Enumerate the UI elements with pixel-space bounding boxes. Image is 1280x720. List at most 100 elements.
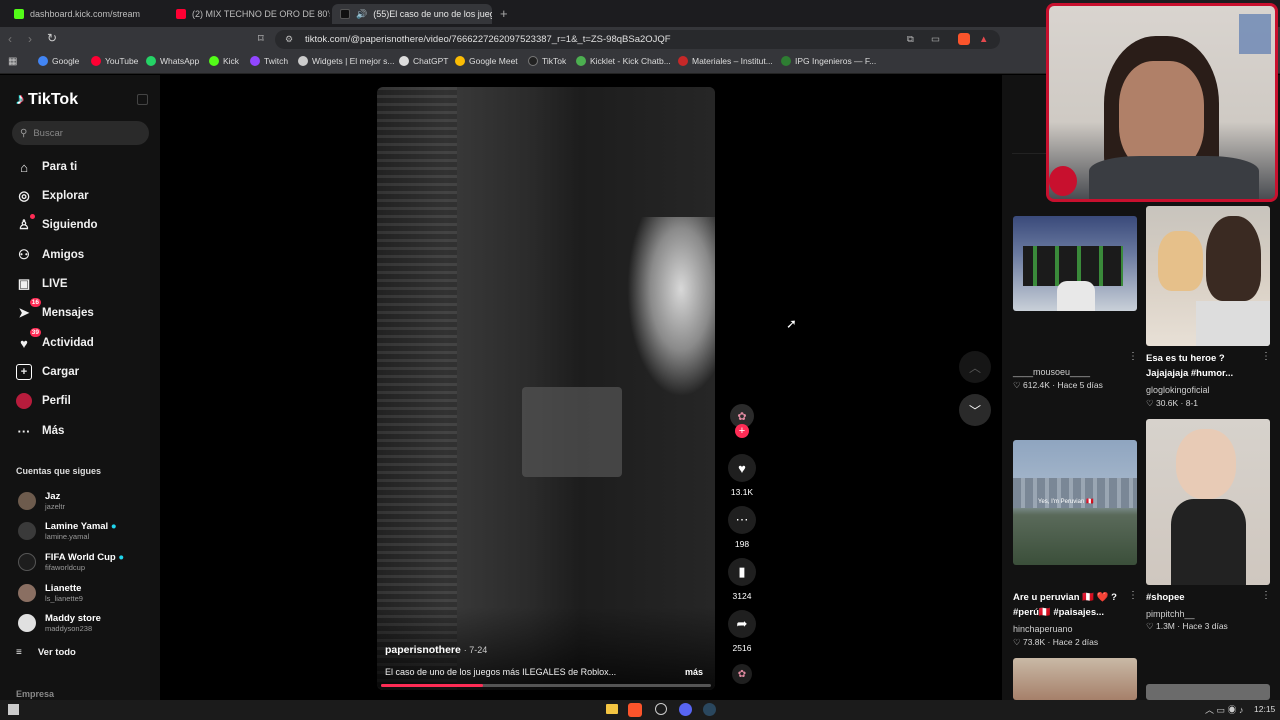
kick-favicon-icon xyxy=(14,9,24,19)
bookmark-chatgpt[interactable]: ChatGPT xyxy=(399,56,448,66)
profile-icon xyxy=(16,393,32,409)
discord-icon[interactable] xyxy=(679,703,692,716)
more-options-icon[interactable]: ⋮ xyxy=(1128,351,1138,362)
brave-rewards-icon[interactable]: ▲ xyxy=(979,30,988,49)
recommendation-author[interactable]: hinchaperuano xyxy=(1013,624,1073,634)
verified-icon: ● xyxy=(110,521,117,532)
bookmark-google-meet[interactable]: Google Meet xyxy=(455,56,518,66)
followed-account[interactable]: Lamine Yamal ● lamine.yamal xyxy=(18,521,117,541)
more-options-icon[interactable]: ⋮ xyxy=(1128,590,1138,601)
more-icon: ··· xyxy=(17,423,31,439)
recommendation-title[interactable]: Esa es tu heroe ? Jajajajaja #humor... xyxy=(1146,351,1261,381)
share-button[interactable]: ➦ 2516 xyxy=(728,610,756,653)
bookmark-materiales[interactable]: Materiales – Institut... xyxy=(678,56,773,66)
brave-shield-icon[interactable] xyxy=(958,33,970,45)
bookmark-youtube[interactable]: YouTube xyxy=(91,56,138,66)
system-tray-icons[interactable]: ︿ ▭ ◉ ♪ xyxy=(1205,703,1244,716)
bookmark-twitch[interactable]: Twitch xyxy=(250,56,288,66)
video-player[interactable]: paperisnothere · 7-24 El caso de uno de … xyxy=(377,87,715,690)
nav-para-ti[interactable]: ⌂ Para ti xyxy=(16,159,77,175)
nav-mas[interactable]: ··· Más xyxy=(16,423,65,439)
recommendation-thumbnail[interactable] xyxy=(1146,684,1270,700)
like-button[interactable]: ♥ 13.1K xyxy=(728,454,756,497)
followed-account[interactable]: Maddy store maddyson238 xyxy=(18,613,101,633)
more-options-icon[interactable]: ⋮ xyxy=(1261,351,1271,362)
comment-button[interactable]: ⋯ 198 xyxy=(728,506,756,549)
avatar xyxy=(18,522,36,540)
bookmark-whatsapp[interactable]: WhatsApp xyxy=(146,56,199,66)
new-tab-button[interactable]: + xyxy=(500,6,508,21)
more-options-icon[interactable]: ⋮ xyxy=(1261,590,1271,601)
nav-cargar[interactable]: + Cargar xyxy=(16,364,79,380)
reload-icon[interactable]: ↻ xyxy=(47,31,57,45)
brave-browser-icon[interactable] xyxy=(628,703,642,717)
obs-icon[interactable] xyxy=(655,703,667,715)
followed-account[interactable]: FIFA World Cup ● fifaworldcup xyxy=(18,552,124,572)
recommendation-author[interactable]: ____mousoeu____ xyxy=(1013,367,1090,377)
caption-more-link[interactable]: más xyxy=(685,667,703,677)
video-author[interactable]: paperisnothere · 7-24 xyxy=(385,644,487,656)
recommendation-thumbnail[interactable]: Yes, I'm Peruvian 🇵🇪 xyxy=(1013,440,1137,565)
person-figure xyxy=(1158,231,1203,291)
nav-live[interactable]: ▣ LIVE xyxy=(16,276,68,292)
tiktok-logo[interactable]: ♪ TikTok xyxy=(16,91,78,109)
browser-tab[interactable]: dashboard.kick.com/stream xyxy=(6,4,166,24)
search-input[interactable]: ⚲ Buscar xyxy=(12,121,149,145)
following-icon: ♙ xyxy=(16,214,35,233)
nav-explorar[interactable]: ◎ Explorar xyxy=(16,188,88,204)
bookmark-google[interactable]: Google xyxy=(38,56,79,66)
recommendation-stats: ♡ 30.6K · 8-1 xyxy=(1146,398,1199,408)
streamer-shirt xyxy=(1089,156,1259,199)
speaker-icon: 🔊 xyxy=(356,8,368,19)
video-progress-track[interactable] xyxy=(381,684,711,687)
bookmark-icon[interactable]: ⌑ xyxy=(258,32,264,45)
nav-actividad[interactable]: ♥ 39 Actividad xyxy=(16,328,94,351)
browser-tab-active[interactable]: 🔊 (55)El caso de uno de los jueg ✕ xyxy=(332,4,492,24)
forward-icon[interactable]: › xyxy=(28,32,32,46)
recommendation-title[interactable]: #shopee xyxy=(1146,590,1185,605)
creator-avatar[interactable]: ✿ + xyxy=(728,404,756,438)
footer-link[interactable]: Empresa xyxy=(16,689,54,699)
comment-icon: ⋯ xyxy=(728,506,756,534)
see-all-link[interactable]: ≡ Ver todo xyxy=(16,647,76,658)
address-bar[interactable]: ⚙ tiktok.com/@paperisnothere/video/76662… xyxy=(275,30,1000,49)
next-video-button[interactable]: ﹀ xyxy=(959,394,991,426)
translate-icon[interactable]: ⧉ xyxy=(907,30,914,49)
nav-siguiendo[interactable]: ♙ Siguiendo xyxy=(16,214,98,233)
recommendation-title[interactable]: Are u peruvian 🇵🇪 ❤️ ? #perú🇵🇪 #paisajes… xyxy=(1013,590,1128,620)
sound-disc[interactable]: ✿ xyxy=(728,664,756,684)
bookmark-tiktok[interactable]: TikTok xyxy=(528,56,566,66)
crate-shape xyxy=(522,387,622,477)
apps-grid-icon[interactable]: ▦ xyxy=(8,56,17,67)
windows-start-icon[interactable] xyxy=(8,704,19,715)
nav-amigos[interactable]: ⚇ Amigos xyxy=(16,247,84,263)
follow-plus-icon[interactable]: + xyxy=(735,424,749,438)
recommendation-thumbnail[interactable] xyxy=(1013,658,1137,700)
back-icon[interactable]: ‹ xyxy=(8,32,12,46)
bookmark-kicklet[interactable]: Kicklet - Kick Chatb... xyxy=(576,56,671,66)
bookmark-widgets[interactable]: Widgets | El mejor s... xyxy=(298,56,395,66)
clock[interactable]: 12:15 xyxy=(1254,704,1275,714)
brick-wall xyxy=(377,87,457,690)
cast-icon[interactable]: ▭ xyxy=(931,30,940,49)
recommendation-thumbnail[interactable] xyxy=(1013,216,1137,311)
followed-account[interactable]: Lianette ls_lianette9 xyxy=(18,583,83,603)
recommendation-author[interactable]: gloglokingoficial xyxy=(1146,385,1210,395)
site-info-icon[interactable]: ⚙ xyxy=(285,30,293,49)
nav-perfil[interactable]: Perfil xyxy=(16,393,71,409)
file-explorer-icon[interactable] xyxy=(606,704,618,714)
recommendation-thumbnail[interactable] xyxy=(1146,206,1270,346)
collapse-sidebar-icon[interactable] xyxy=(137,94,148,105)
recommendation-thumbnail[interactable] xyxy=(1146,419,1270,585)
bookmark-ipg[interactable]: IPG Ingenieros — F... xyxy=(781,56,876,66)
nav-mensajes[interactable]: ➤ 16 Mensajes xyxy=(16,298,94,321)
browser-tab[interactable]: (2) MIX TECHNO DE ORO DE 80's & xyxy=(168,4,330,24)
recommendation-author[interactable]: pimpitchh__ xyxy=(1146,609,1195,619)
sidebar: ♪ TikTok ⚲ Buscar ⌂ Para ti ◎ Explorar ♙ Si… xyxy=(0,75,160,700)
bookmark-kick[interactable]: Kick xyxy=(209,56,239,66)
steam-icon[interactable] xyxy=(703,703,716,716)
background-poster xyxy=(1239,14,1271,54)
followed-account[interactable]: Jaz jazeltr xyxy=(18,491,65,511)
previous-video-button[interactable]: ︿ xyxy=(959,351,991,383)
save-button[interactable]: ▮ 3124 xyxy=(728,558,756,601)
